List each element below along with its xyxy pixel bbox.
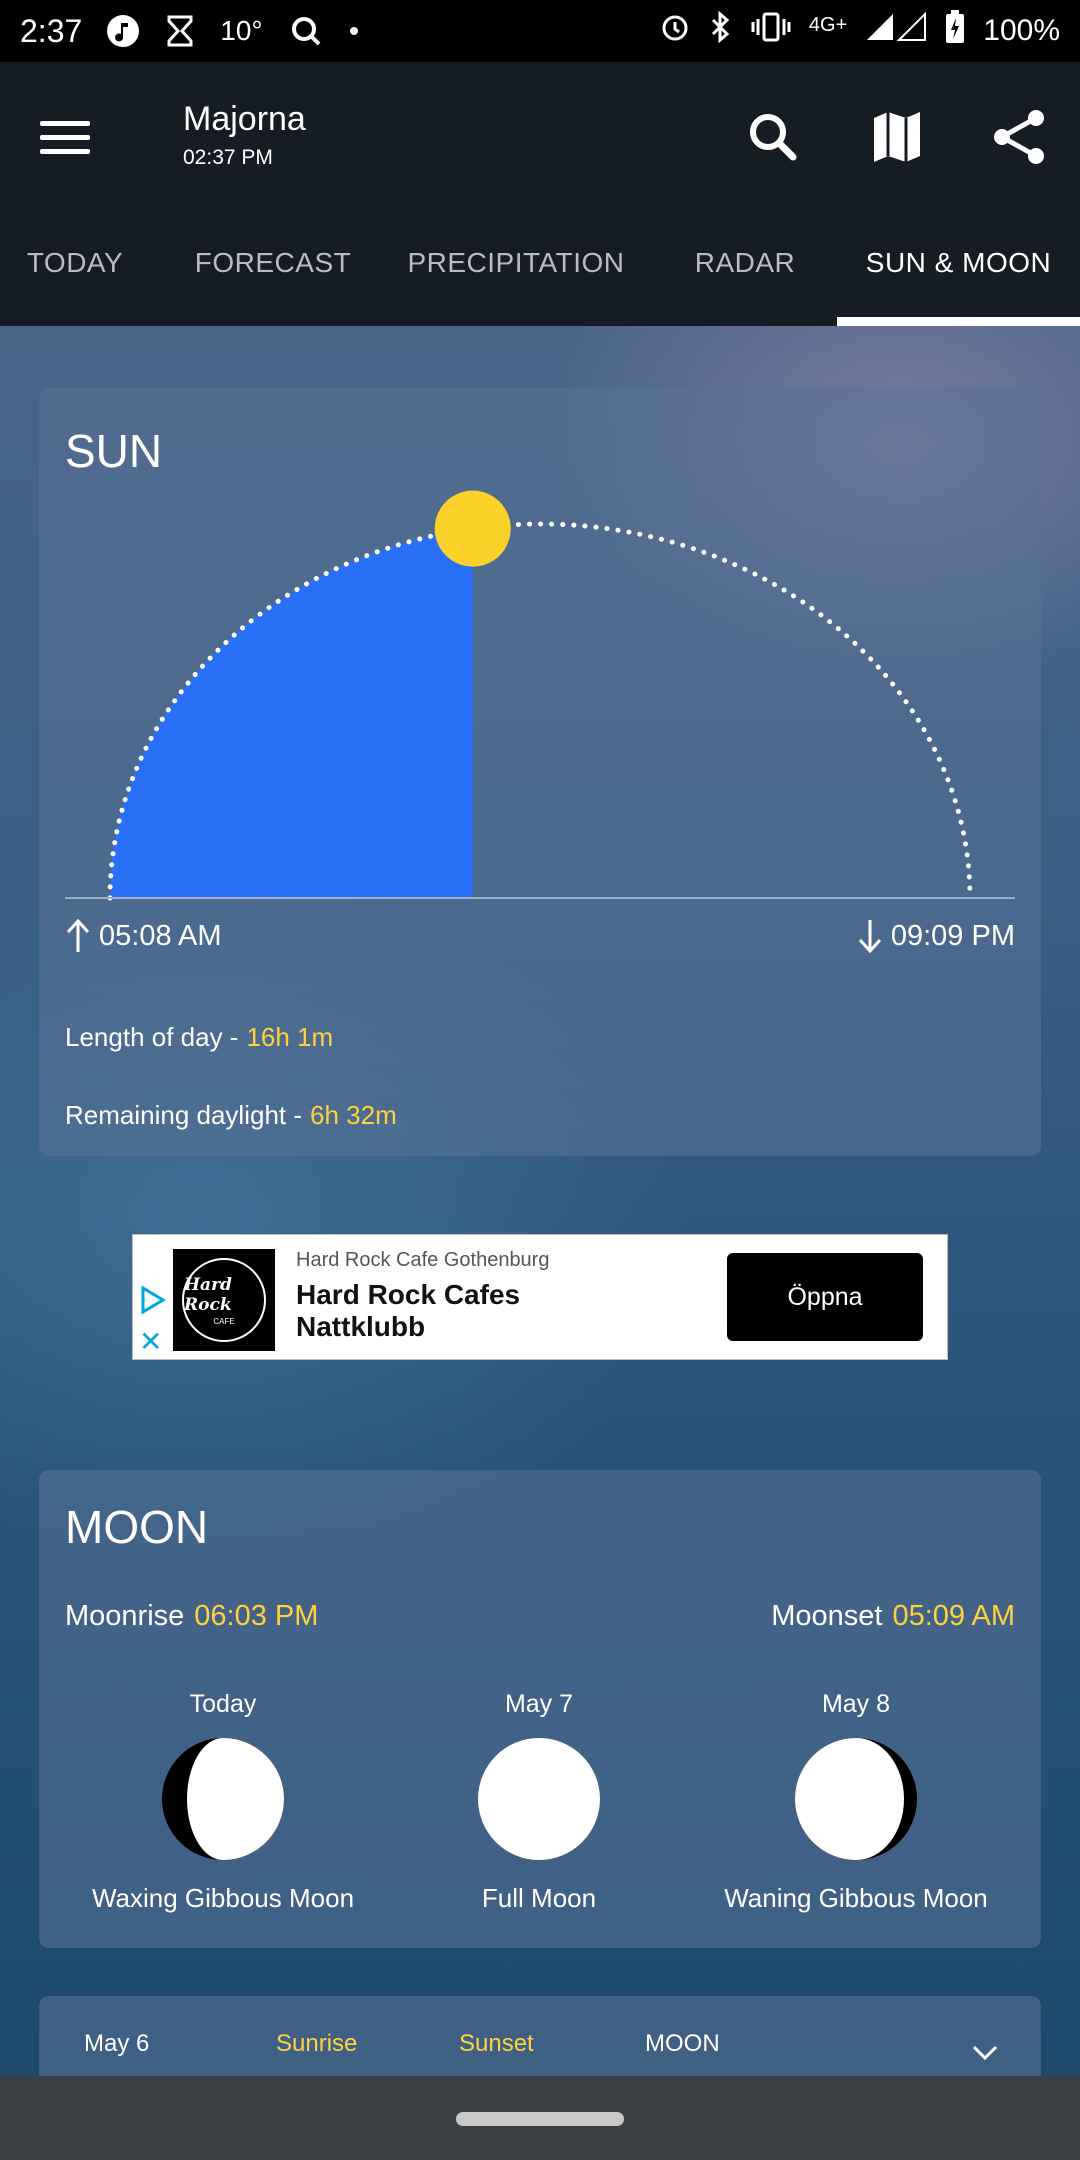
moonset-value: 05:09 AM — [892, 1600, 1015, 1632]
share-icon — [994, 110, 1044, 164]
tab-sun-moon[interactable]: SUN & MOON — [837, 200, 1080, 326]
status-time: 2:37 — [20, 12, 83, 49]
signal-icon — [865, 11, 927, 50]
remaining-daylight-label: Remaining daylight - — [65, 1100, 303, 1130]
battery-icon — [945, 10, 965, 52]
sun-moon-table[interactable]: May 6 Sunrise Sunset MOON — [39, 1996, 1041, 2076]
battery-percent: 100% — [983, 14, 1060, 47]
sunset: 09:09 PM — [857, 918, 1015, 954]
system-nav-bar — [0, 2076, 1080, 2160]
moon-phase-name: Full Moon — [481, 1883, 597, 1913]
moonrise-label: Moonrise — [65, 1600, 185, 1632]
ad-logo-text: Hard Rock — [184, 1274, 232, 1315]
ad-banner[interactable]: ✕ Hard Rock CAFE Hard Rock Cafe Gothenbu… — [132, 1234, 948, 1360]
moon-card: MOON Moonrise 06:03 PM Moonset 05:09 AM To… — [39, 1470, 1041, 1948]
tab-today[interactable]: TODAY — [0, 200, 150, 326]
full-moon-icon — [478, 1738, 600, 1860]
moon-phase-date: May 8 — [821, 1690, 891, 1718]
moon-phase-date: May 7 — [504, 1690, 574, 1718]
moon-phase-may7[interactable]: May 7 Full Moon — [389, 1690, 689, 1914]
tab-bar: TODAY FORECAST PRECIPITATION RADAR SUN &… — [0, 200, 1080, 326]
tab-radar[interactable]: RADAR — [672, 200, 818, 326]
moon-phase-date: Today — [189, 1690, 257, 1718]
length-of-day-label: Length of day - — [65, 1022, 239, 1052]
map-button[interactable] — [862, 102, 932, 172]
ad-title: Hard Rock Cafes Nattklubb — [296, 1279, 521, 1342]
sunrise-time: 05:08 AM — [99, 919, 222, 952]
location-title[interactable]: Majorna — [183, 100, 306, 139]
sunset-time: 09:09 PM — [890, 919, 1015, 952]
search-icon — [750, 114, 797, 161]
sun-card: SUN 05:08 AM 09:09 PM Length of day -16h… — [39, 388, 1041, 1156]
temperature-text: 10° — [220, 15, 263, 46]
arrow-down-icon — [858, 920, 881, 954]
table-date: May 6 — [84, 2030, 150, 2057]
menu-button[interactable] — [40, 112, 100, 172]
bluetooth-icon — [709, 10, 733, 51]
network-type: 4G+ — [808, 13, 848, 36]
waning-gibbous-moon-icon — [795, 1738, 917, 1860]
map-icon — [874, 112, 920, 162]
home-gesture-handle[interactable] — [456, 2112, 624, 2126]
table-moon-header: MOON — [645, 2030, 720, 2057]
length-of-day: Length of day -16h 1m — [65, 1022, 333, 1053]
moon-phase-may8[interactable]: May 8 Waning Gibbous Moon — [706, 1690, 1006, 1914]
table-sunset-header: Sunset — [459, 2030, 534, 2057]
hourglass-icon — [166, 15, 194, 47]
ad-open-button[interactable]: Öppna — [727, 1253, 923, 1341]
share-button[interactable] — [984, 102, 1054, 172]
waxing-gibbous-moon-icon — [162, 1738, 284, 1860]
ad-advertiser: Hard Rock Cafe Gothenburg — [296, 1249, 550, 1271]
menu-icon — [40, 121, 90, 126]
tab-indicator — [837, 317, 1080, 326]
tab-forecast[interactable]: FORECAST — [178, 200, 368, 326]
dot-icon — [349, 26, 359, 36]
daylight-elapsed-area — [110, 528, 473, 898]
tab-precipitation[interactable]: PRECIPITATION — [396, 200, 636, 326]
length-of-day-value: 16h 1m — [246, 1022, 334, 1052]
ad-logo: Hard Rock CAFE — [173, 1249, 275, 1351]
arrow-up-icon — [66, 918, 90, 952]
status-bar: 2:37 10° 4G+ 100% — [0, 0, 1080, 62]
moonset-label: Moonset — [771, 1600, 883, 1632]
moonset: Moonset 05:09 AM — [771, 1600, 1015, 1633]
ad-choices-icon[interactable] — [139, 1285, 167, 1320]
vibrate-icon — [751, 11, 791, 51]
ad-logo-sub: CAFE — [213, 1316, 235, 1326]
sunrise: 05:08 AM — [65, 918, 222, 954]
moonrise: Moonrise 06:03 PM — [65, 1600, 318, 1633]
remaining-daylight-value: 6h 32m — [310, 1100, 397, 1130]
remaining-daylight: Remaining daylight -6h 32m — [65, 1100, 397, 1131]
location-time: 02:37 PM — [183, 146, 273, 169]
moon-phase-today[interactable]: Today Waxing Gibbous Moon — [73, 1690, 373, 1914]
moon-title: MOON — [65, 1501, 209, 1553]
sun-icon — [434, 490, 511, 567]
chevron-down-icon[interactable] — [971, 2044, 999, 2062]
search-app-icon — [289, 14, 323, 48]
moon-phase-name: Waxing Gibbous Moon — [91, 1883, 355, 1913]
search-button[interactable] — [738, 102, 808, 172]
sun-path-chart — [65, 490, 1015, 901]
alarm-icon — [659, 11, 691, 51]
moonrise-value: 06:03 PM — [194, 1600, 319, 1632]
moon-phase-name: Waning Gibbous Moon — [724, 1883, 988, 1913]
music-icon — [106, 14, 140, 48]
ad-close-icon[interactable]: ✕ — [139, 1325, 162, 1358]
table-sunrise-header: Sunrise — [276, 2030, 358, 2057]
